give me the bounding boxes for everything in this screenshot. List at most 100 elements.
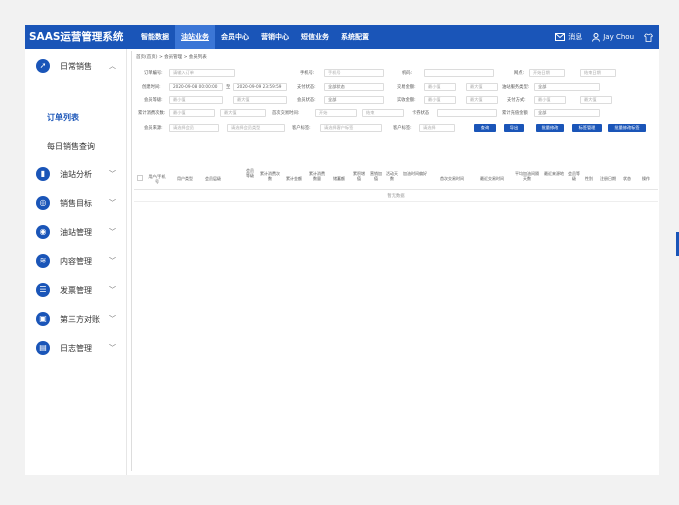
export-button[interactable]: 导出 xyxy=(504,124,524,132)
chevron-down-icon: ﹀ xyxy=(109,257,116,265)
chevron-down-icon: ﹀ xyxy=(109,286,116,294)
menu-station-analysis[interactable]: ▮ 油站分析 ﹀ xyxy=(25,165,127,183)
chevron-down-icon: ﹀ xyxy=(109,170,116,178)
menu-label: 日志管理 xyxy=(60,343,92,353)
member-source-select[interactable]: 请选择会员 xyxy=(169,124,219,132)
messages-label: 消息 xyxy=(568,33,583,41)
filter-label: 首次交易时间: xyxy=(272,111,300,116)
main-nav: 智能数据 油站业务 会员中心 营销中心 短信业务 系统配置 xyxy=(135,25,375,49)
menu-third-party-reconcile[interactable]: ▣ 第三方对账 ﹀ xyxy=(25,310,127,328)
submenu-order-list[interactable]: 订单列表 xyxy=(47,112,79,123)
nav-marketing-center[interactable]: 营销中心 xyxy=(255,25,295,49)
col-header: 储蓄额 xyxy=(333,176,345,181)
nav-smart-data[interactable]: 智能数据 xyxy=(135,25,175,49)
filter-label: 机码: xyxy=(402,71,413,76)
level-min-input[interactable]: 最小值 xyxy=(169,96,223,104)
submenu-daily-sales-query[interactable]: 每日销售查询 xyxy=(47,141,95,152)
chevron-down-icon: ﹀ xyxy=(109,315,116,323)
coupon-status-select[interactable] xyxy=(437,109,497,117)
amount-max-input[interactable]: 最大值 xyxy=(466,83,498,91)
col-header: 累计消费数量 xyxy=(309,171,325,181)
consume-max-input[interactable]: 最大值 xyxy=(220,109,266,117)
customer-tag-select-2[interactable]: 请选择 xyxy=(419,124,455,132)
chevron-up-icon: ︿ xyxy=(109,62,116,70)
filter-label: 订单编号: xyxy=(144,71,163,76)
tag-management-button[interactable]: 标签管理 xyxy=(572,124,602,132)
phone-input[interactable]: 手机号 xyxy=(324,69,384,77)
filter-label: 创建时间: xyxy=(142,85,161,90)
col-header: 最近交易时间 xyxy=(480,176,504,181)
col-header: 最近来源地 xyxy=(544,171,564,176)
query-button[interactable]: 查询 xyxy=(474,124,496,132)
nav-sms-business[interactable]: 短信业务 xyxy=(295,25,335,49)
filter-label: 会员状态: xyxy=(297,98,316,103)
filter-row-3: 会员等级: 最小值 最大值 会员状态: 全部 实收金额: 最小值 最大值 支付方… xyxy=(132,95,660,105)
menu-log-management[interactable]: ▤ 日志管理 ﹀ xyxy=(25,339,127,357)
first-trade-start-input[interactable]: 开始 xyxy=(315,109,357,117)
menu-invoice-management[interactable]: ☰ 发票管理 ﹀ xyxy=(25,281,127,299)
user-menu[interactable]: Jay Chou xyxy=(592,32,634,42)
created-start-input[interactable]: 2020-09-08 00:00:00 xyxy=(169,83,223,91)
customer-tag-select[interactable]: 请选择客户标签 xyxy=(320,124,382,132)
filter-label: 交易金额: xyxy=(397,85,416,90)
filter-label: 支付方式: xyxy=(507,98,526,103)
paid-min-input[interactable]: 最小值 xyxy=(424,96,456,104)
nav-member-center[interactable]: 会员中心 xyxy=(215,25,255,49)
reconcile-icon: ▣ xyxy=(36,312,50,326)
menu-label: 日常销售 xyxy=(60,61,92,71)
col-header: 会员等级 xyxy=(246,168,254,178)
consume-min-input[interactable]: 最小值 xyxy=(169,109,215,117)
table-header: 用户/手机号 用户类型 会员层级 会员等级 累计消费次数 累计金额 累计消费数量… xyxy=(134,166,658,190)
menu-label: 油站分析 xyxy=(60,169,92,179)
col-header: 累计金额 xyxy=(286,176,302,181)
filter-label: 会员等级: xyxy=(144,98,163,103)
filter-label: 会员来源: xyxy=(144,126,163,131)
order-number-input[interactable]: 请输入订单 xyxy=(169,69,235,77)
menu-sales-target[interactable]: ◎ 销售目标 ﹀ xyxy=(25,194,127,212)
nav-station-business[interactable]: 油站业务 xyxy=(175,25,215,49)
menu-station-management[interactable]: ◉ 油站管理 ﹀ xyxy=(25,223,127,241)
col-header: 营销加值 xyxy=(370,171,382,181)
select-all-checkbox[interactable] xyxy=(137,175,143,181)
col-header: 加油时间偏好 xyxy=(403,171,427,176)
col-header: 会员等级 xyxy=(568,171,580,181)
col-header: 活动天数 xyxy=(386,171,398,181)
start-date-input[interactable]: 开始日期 xyxy=(529,69,565,77)
recharge-select[interactable]: 全部 xyxy=(534,109,600,117)
filter-label: 至 xyxy=(226,85,231,90)
member-status-select[interactable]: 全部 xyxy=(324,96,384,104)
messages-button[interactable]: 消息 xyxy=(555,32,582,42)
amount-min-input[interactable]: 最小值 xyxy=(424,83,456,91)
paid-max-input[interactable]: 最大值 xyxy=(466,96,498,104)
pay-min-input[interactable]: 最小值 xyxy=(534,96,566,104)
service-type-select[interactable]: 全部 xyxy=(534,83,600,91)
filter-label: 实收金额: xyxy=(397,98,416,103)
nav-system-config[interactable]: 系统配置 xyxy=(335,25,375,49)
top-navigation-bar: SAAS运营管理系统 智能数据 油站业务 会员中心 营销中心 短信业务 系统配置… xyxy=(25,25,659,49)
member-type-select[interactable]: 请选择会员类型 xyxy=(227,124,285,132)
end-date-input[interactable]: 结束日期 xyxy=(580,69,616,77)
shirt-icon[interactable] xyxy=(644,33,653,42)
col-header: 用户/手机号 xyxy=(148,174,166,184)
menu-daily-sales[interactable]: ➚ 日常销售 ︿ xyxy=(25,57,127,75)
user-name: Jay Chou xyxy=(603,33,634,41)
menu-content-management[interactable]: ≋ 内容管理 ﹀ xyxy=(25,252,127,270)
machine-select[interactable] xyxy=(424,69,494,77)
created-end-input[interactable]: 2020-09-09 23:59:59 xyxy=(233,83,287,91)
filter-row-4: 累计消费次数: 最小值 最大值 首次交易时间: 开始 结束 卡券状态 累计充值金… xyxy=(132,108,660,118)
col-header: 用户类型 xyxy=(177,176,193,181)
chevron-down-icon: ﹀ xyxy=(109,199,116,207)
filter-label: 客户标签: xyxy=(393,126,412,131)
menu-label: 销售目标 xyxy=(60,198,92,208)
level-max-input[interactable]: 最大值 xyxy=(233,96,287,104)
pay-status-select[interactable]: 全部状态 xyxy=(324,83,384,91)
filter-label: 油站服务类型: xyxy=(502,85,530,90)
first-trade-end-input[interactable]: 结束 xyxy=(362,109,404,117)
menu-label: 第三方对账 xyxy=(60,314,100,324)
pay-max-input[interactable]: 最大值 xyxy=(580,96,612,104)
filter-label: 卡券状态 xyxy=(412,111,430,116)
batch-edit-tags-button[interactable]: 批量修改标签 xyxy=(608,124,646,132)
user-area: 消息 Jay Chou xyxy=(555,25,653,49)
filter-row-5: 会员来源: 请选择会员 请选择会员类型 客户标签: 请选择客户标签 客户标签: … xyxy=(132,123,660,133)
batch-edit-button[interactable]: 批量修改 xyxy=(536,124,564,132)
